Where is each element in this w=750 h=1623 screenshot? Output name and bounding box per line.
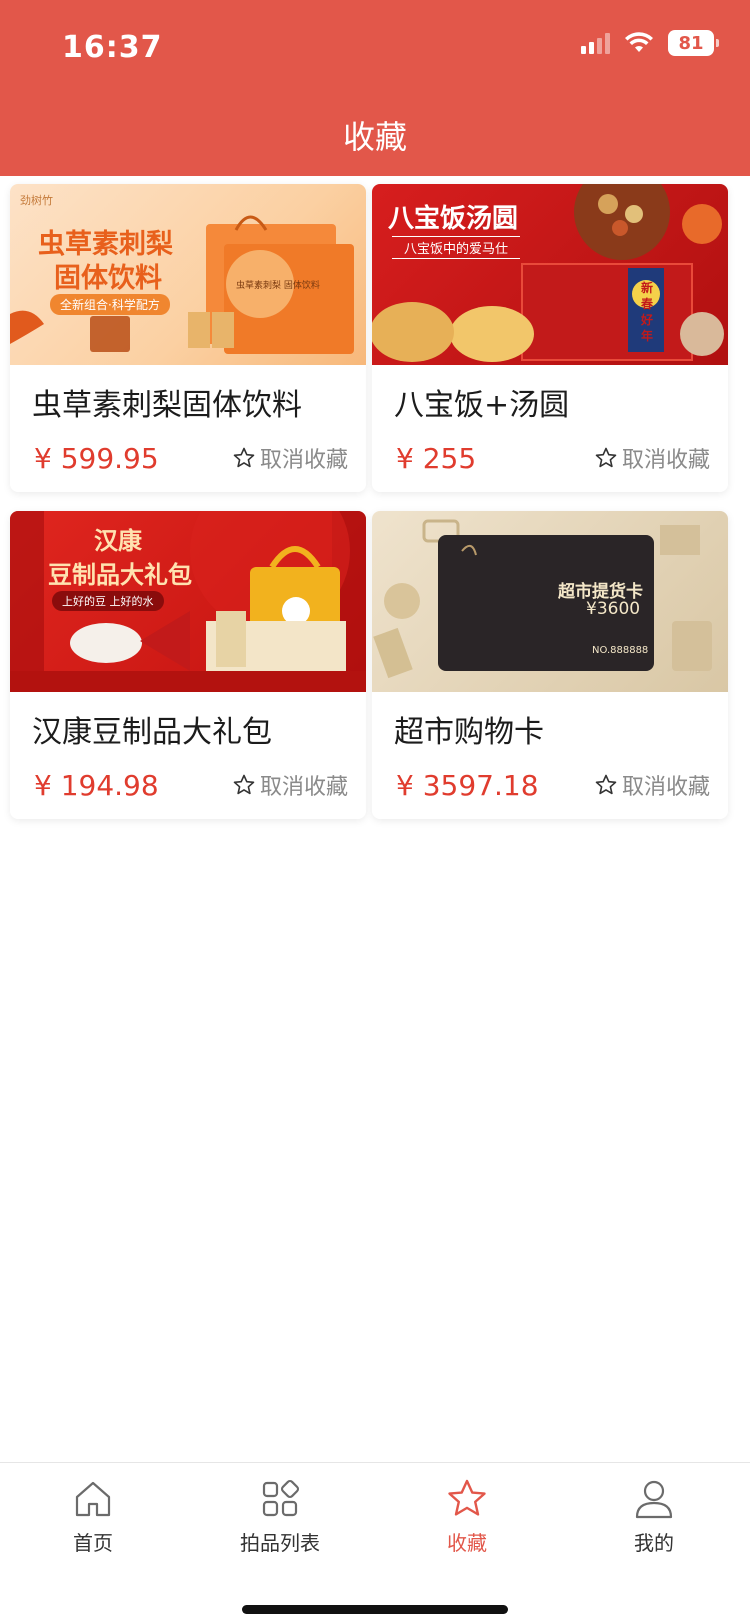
image-tagline: 上好的豆 上好的水 [52, 591, 164, 611]
image-tagline: 全新组合·科学配方 [50, 294, 170, 315]
product-card[interactable]: 八宝饭汤圆 八宝饭中的爱马仕 新 春 好 年 八宝饭+汤圆 ¥ 255 取消收藏 [372, 184, 728, 492]
unfavorite-button[interactable]: 取消收藏 [594, 769, 710, 801]
image-brand: 劲树竹 [20, 194, 53, 207]
star-outline-icon [233, 774, 255, 795]
battery-icon: 81 [668, 30, 719, 56]
image-card-value: ¥3600 [586, 599, 641, 619]
product-image[interactable]: 劲树竹 虫草素刺梨 固体饮料 全新组合·科学配方 虫草素刺梨 固体饮料 [10, 184, 366, 365]
unfavorite-button[interactable]: 取消收藏 [232, 769, 348, 801]
product-title[interactable]: 汉康豆制品大礼包 [32, 707, 272, 751]
page-title: 收藏 [342, 118, 407, 156]
unfavorite-label: 取消收藏 [621, 775, 710, 800]
image-card-number: NO.888888 [592, 645, 649, 656]
product-price: ¥ 255 [396, 442, 477, 475]
product-card[interactable]: 汉康 豆制品大礼包 上好的豆 上好的水 汉康豆制品大礼包 ¥ 194.98 取消… [10, 511, 366, 819]
product-image[interactable]: 汉康 豆制品大礼包 上好的豆 上好的水 [10, 511, 366, 692]
star-outline-icon [233, 447, 255, 468]
product-price: ¥ 194.98 [34, 769, 159, 802]
unfavorite-label: 取消收藏 [259, 775, 348, 800]
home-icon [75, 1481, 111, 1517]
product-price: ¥ 599.95 [34, 442, 159, 475]
product-card[interactable]: 劲树竹 虫草素刺梨 固体饮料 全新组合·科学配方 虫草素刺梨 固体饮料 虫草素刺… [10, 184, 366, 492]
image-headline: 豆制品大礼包 [48, 561, 192, 589]
tab-mine[interactable]: 我的 [594, 1477, 714, 1556]
tab-home[interactable]: 首页 [33, 1477, 153, 1556]
product-image[interactable]: 超市提货卡 ¥3600 NO.888888 [372, 511, 728, 692]
home-indicator [242, 1605, 508, 1614]
product-title[interactable]: 虫草素刺梨固体饮料 [32, 380, 302, 424]
image-headline: 汉康 [94, 527, 142, 555]
unfavorite-label: 取消收藏 [621, 448, 710, 473]
tab-lot-list[interactable]: 拍品列表 [220, 1477, 340, 1556]
bottom-tab-bar: 首页 拍品列表 收藏 我的 [0, 1462, 750, 1623]
tab-label: 首页 [73, 1531, 113, 1555]
product-illustration [373, 519, 712, 679]
star-icon [448, 1479, 486, 1516]
product-price: ¥ 3597.18 [396, 769, 539, 802]
tab-label: 拍品列表 [240, 1531, 320, 1555]
product-title[interactable]: 八宝饭+汤圆 [394, 380, 569, 424]
tab-label: 我的 [634, 1531, 674, 1555]
product-card[interactable]: 超市提货卡 ¥3600 NO.888888 超市购物卡 ¥ 3597.18 取消… [372, 511, 728, 819]
image-headline: 八宝饭汤圆 [388, 204, 519, 234]
star-outline-icon [595, 774, 617, 795]
image-box-label: 虫草素刺梨 固体饮料 [236, 281, 320, 291]
status-time: 16:37 [62, 30, 163, 65]
status-indicators: 81 [581, 30, 719, 56]
user-icon [635, 1480, 673, 1519]
unfavorite-button[interactable]: 取消收藏 [232, 442, 348, 474]
cellular-signal-icon [581, 32, 610, 54]
product-image[interactable]: 八宝饭汤圆 八宝饭中的爱马仕 新 春 好 年 [372, 184, 728, 365]
tab-label: 收藏 [447, 1531, 487, 1555]
product-title[interactable]: 超市购物卡 [394, 707, 544, 751]
wifi-icon [625, 32, 653, 52]
tab-favorites[interactable]: 收藏 [407, 1477, 527, 1556]
grid-icon [262, 1479, 300, 1517]
app-header: 16:37 81 收藏 [0, 0, 750, 176]
image-subtitle: 八宝饭中的爱马仕 [392, 236, 521, 259]
unfavorite-button[interactable]: 取消收藏 [594, 442, 710, 474]
unfavorite-label: 取消收藏 [259, 448, 348, 473]
image-headline: 固体饮料 [54, 263, 162, 294]
image-badge: 新 春 好 年 [640, 281, 653, 343]
star-outline-icon [595, 447, 617, 468]
